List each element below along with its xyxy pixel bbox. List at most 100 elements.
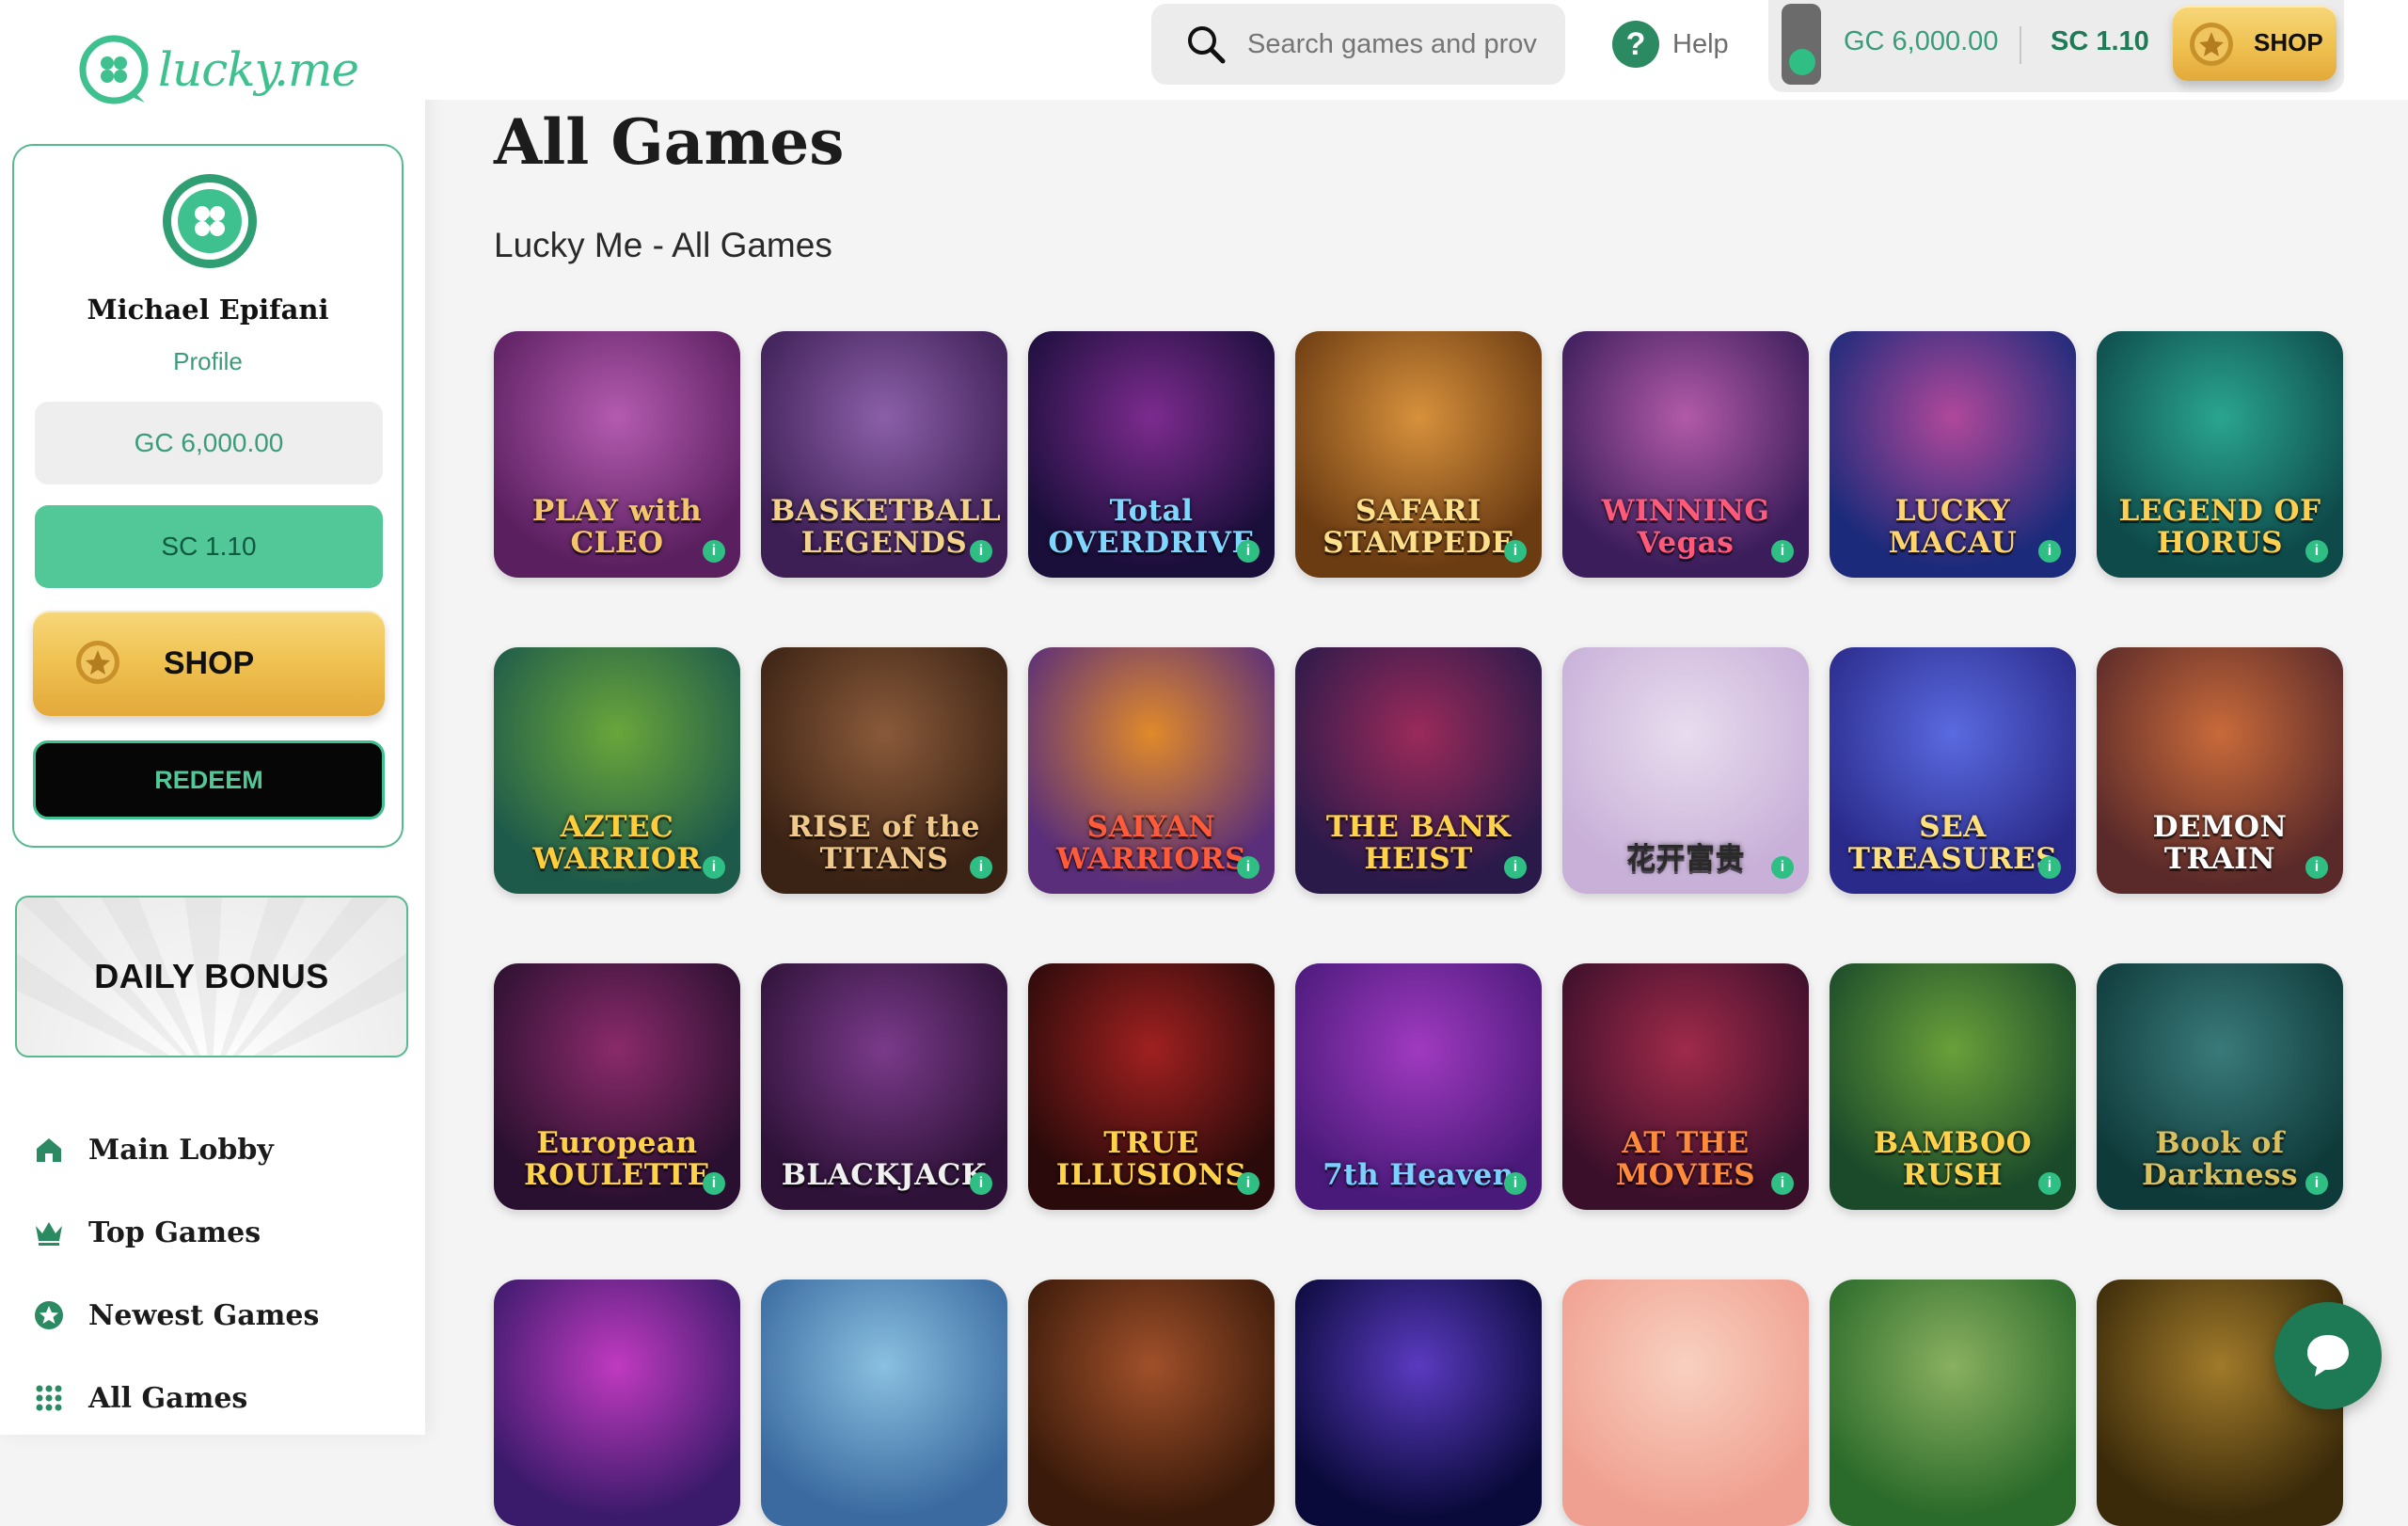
- currency-toggle[interactable]: [1782, 4, 1821, 85]
- game-tile[interactable]: [1830, 1280, 2076, 1526]
- game-title: RISE of the TITANS: [788, 810, 980, 876]
- game-tile[interactable]: [1562, 1280, 1809, 1526]
- game-tile[interactable]: BLACKJACK i: [761, 963, 1007, 1210]
- info-icon[interactable]: i: [1504, 1172, 1527, 1195]
- info-icon[interactable]: i: [1771, 540, 1794, 563]
- redeem-button[interactable]: REDEEM: [33, 740, 385, 819]
- game-tile[interactable]: [1295, 1280, 1542, 1526]
- search-bar[interactable]: [1151, 4, 1565, 85]
- info-icon[interactable]: i: [1237, 856, 1259, 879]
- info-icon[interactable]: i: [1237, 1172, 1259, 1195]
- game-tile[interactable]: [1028, 1280, 1275, 1526]
- info-icon[interactable]: i: [2038, 540, 2061, 563]
- info-icon[interactable]: i: [970, 1172, 992, 1195]
- home-icon: [34, 1135, 64, 1165]
- nav-label: Top Games: [88, 1216, 261, 1249]
- game-tile[interactable]: LEGEND OF HORUS i: [2097, 331, 2343, 578]
- game-title: BLACKJACK: [781, 1158, 988, 1192]
- info-icon[interactable]: i: [703, 856, 725, 879]
- nav-main-lobby[interactable]: Main Lobby: [34, 1108, 319, 1191]
- nav-newest-games[interactable]: Newest Games: [34, 1274, 319, 1357]
- game-title: PLAY with CLEO: [531, 494, 703, 560]
- info-icon[interactable]: i: [1771, 856, 1794, 879]
- game-title: THE BANK HEIST: [1325, 810, 1512, 876]
- game-artwork: [1028, 1280, 1275, 1526]
- main-nav: Main Lobby Top Games Newest Games All Ga…: [34, 1108, 319, 1439]
- game-title: LEGEND OF HORUS: [2118, 494, 2321, 560]
- info-icon[interactable]: i: [1771, 1172, 1794, 1195]
- game-tile[interactable]: [494, 1280, 740, 1526]
- game-tile[interactable]: RISE of the TITANS i: [761, 647, 1007, 894]
- info-icon[interactable]: i: [970, 540, 992, 563]
- shop-button-header[interactable]: SHOP: [2173, 6, 2337, 81]
- game-tile[interactable]: European ROULETTE i: [494, 963, 740, 1210]
- sidebar: lucky.me Michael Epifani Profile GC 6,00…: [0, 0, 425, 1435]
- game-title: AT THE MOVIES: [1615, 1126, 1756, 1192]
- chat-bubble-icon: [2307, 1335, 2349, 1376]
- gc-balance[interactable]: GC 6,000.00: [35, 402, 383, 485]
- game-tile[interactable]: AZTEC WARRIOR i: [494, 647, 740, 894]
- brand-name: lucky.me: [158, 42, 359, 97]
- game-tile[interactable]: Book of Darkness i: [2097, 963, 2343, 1210]
- help-icon: ?: [1612, 21, 1659, 68]
- sc-balance[interactable]: SC 1.10: [35, 505, 383, 588]
- game-title: DEMON TRAIN: [2152, 810, 2288, 876]
- game-tile[interactable]: BASKETBALL LEGENDS i: [761, 331, 1007, 578]
- game-title: 7th Heaven: [1323, 1158, 1514, 1192]
- grid-icon: [34, 1383, 64, 1413]
- game-tile[interactable]: SEA TREASURES i: [1830, 647, 2076, 894]
- game-artwork: [1830, 1280, 2076, 1526]
- sc-balance-header[interactable]: SC 1.10: [2051, 26, 2149, 57]
- game-tile[interactable]: PLAY with CLEO i: [494, 331, 740, 578]
- lucky-me-logo[interactable]: lucky.me: [79, 32, 359, 107]
- user-name: Michael Epifani: [87, 294, 329, 326]
- profile-card: Michael Epifani Profile GC 6,000.00 SC 1…: [12, 144, 404, 848]
- game-tile[interactable]: [761, 1280, 1007, 1526]
- game-tile[interactable]: TRUE ILLUSIONS i: [1028, 963, 1275, 1210]
- game-tile[interactable]: SAIYAN WARRIORS i: [1028, 647, 1275, 894]
- info-icon[interactable]: i: [1504, 856, 1527, 879]
- game-title: SAIYAN WARRIORS: [1055, 810, 1247, 876]
- info-icon[interactable]: i: [1504, 540, 1527, 563]
- game-tile[interactable]: AT THE MOVIES i: [1562, 963, 1809, 1210]
- daily-bonus-button[interactable]: DAILY BONUS: [15, 896, 408, 1057]
- clover-logo-icon: [79, 35, 149, 104]
- game-tile[interactable]: WINNING Vegas i: [1562, 331, 1809, 578]
- chat-button[interactable]: [2274, 1302, 2382, 1409]
- nav-all-games[interactable]: All Games: [34, 1357, 319, 1439]
- info-icon[interactable]: i: [2305, 1172, 2328, 1195]
- info-icon[interactable]: i: [2038, 1172, 2061, 1195]
- profile-link[interactable]: Profile: [14, 347, 402, 376]
- game-title: 花开富贵: [1626, 842, 1745, 876]
- game-tile[interactable]: 花开富贵 i: [1562, 647, 1809, 894]
- game-title: Total OVERDRIVE: [1048, 494, 1255, 560]
- games-grid: PLAY with CLEO i BASKETBALL LEGENDS i Total …: [494, 331, 2347, 1526]
- game-tile[interactable]: BAMBOO RUSH i: [1830, 963, 2076, 1210]
- nav-top-games[interactable]: Top Games: [34, 1191, 319, 1274]
- gc-balance-header[interactable]: GC 6,000.00: [1844, 26, 1998, 57]
- info-icon[interactable]: i: [2305, 856, 2328, 879]
- search-input[interactable]: [1245, 27, 1550, 61]
- shop-button[interactable]: SHOP: [33, 611, 385, 716]
- game-tile[interactable]: DEMON TRAIN i: [2097, 647, 2343, 894]
- help-button[interactable]: ? Help: [1612, 21, 1729, 68]
- shop-label: SHOP: [2254, 28, 2323, 56]
- divider: [2020, 26, 2021, 64]
- toggle-knob: [1789, 49, 1815, 75]
- game-tile[interactable]: Total OVERDRIVE i: [1028, 331, 1275, 578]
- info-icon[interactable]: i: [1237, 540, 1259, 563]
- game-tile[interactable]: LUCKY MACAU i: [1830, 331, 2076, 578]
- help-label: Help: [1672, 28, 1729, 59]
- star-icon: [34, 1300, 64, 1330]
- game-tile[interactable]: SAFARI STAMPEDE i: [1295, 331, 1542, 578]
- nav-label: Newest Games: [88, 1298, 320, 1332]
- game-artwork: [1295, 1280, 1542, 1526]
- game-tile[interactable]: 7th Heaven i: [1295, 963, 1542, 1210]
- info-icon[interactable]: i: [703, 1172, 725, 1195]
- game-tile[interactable]: THE BANK HEIST i: [1295, 647, 1542, 894]
- info-icon[interactable]: i: [703, 540, 725, 563]
- game-title: European ROULETTE: [524, 1126, 710, 1192]
- info-icon[interactable]: i: [2305, 540, 2328, 563]
- info-icon[interactable]: i: [2038, 856, 2061, 879]
- info-icon[interactable]: i: [970, 856, 992, 879]
